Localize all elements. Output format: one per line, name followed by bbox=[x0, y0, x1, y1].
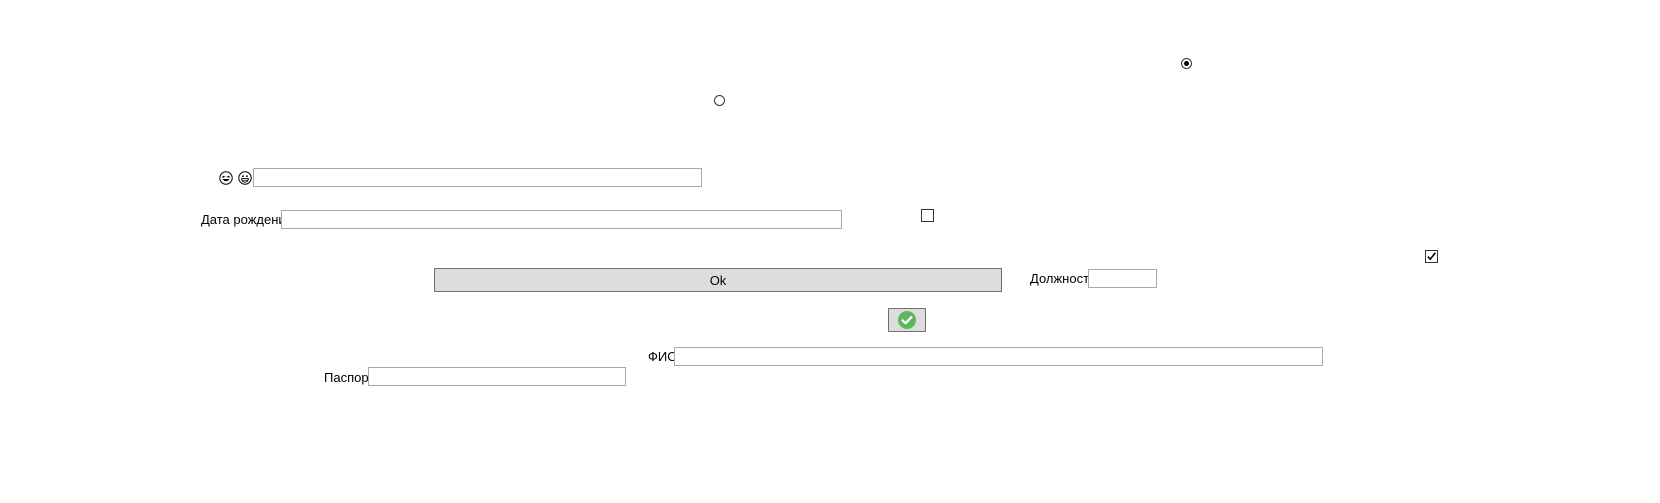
passport-label: Паспорт bbox=[324, 370, 375, 385]
birth-date-label: Дата рождения bbox=[201, 212, 293, 227]
grinning-face-icon bbox=[238, 171, 252, 185]
radio-option-selected[interactable] bbox=[1181, 58, 1192, 69]
laughing-face-icon bbox=[219, 171, 233, 185]
radio-option-unselected[interactable] bbox=[714, 95, 725, 106]
position-label: Должность bbox=[1030, 271, 1096, 286]
radio-dot bbox=[1184, 61, 1189, 66]
ok-button-label: Ok bbox=[709, 272, 727, 288]
fio-field[interactable] bbox=[674, 347, 1323, 366]
fio-label: ФИО bbox=[648, 349, 678, 364]
birth-date-field[interactable] bbox=[281, 210, 842, 229]
checkbox-checked[interactable] bbox=[1425, 250, 1438, 263]
position-field[interactable] bbox=[1088, 269, 1157, 288]
ok-button[interactable]: Ok bbox=[434, 268, 1002, 292]
confirm-button[interactable] bbox=[888, 308, 926, 332]
checkmark-icon bbox=[1427, 252, 1436, 261]
passport-field[interactable] bbox=[368, 367, 626, 386]
green-check-circle-icon bbox=[898, 311, 916, 329]
emoji-text-field[interactable] bbox=[253, 168, 702, 187]
checkbox-unchecked[interactable] bbox=[921, 209, 934, 222]
